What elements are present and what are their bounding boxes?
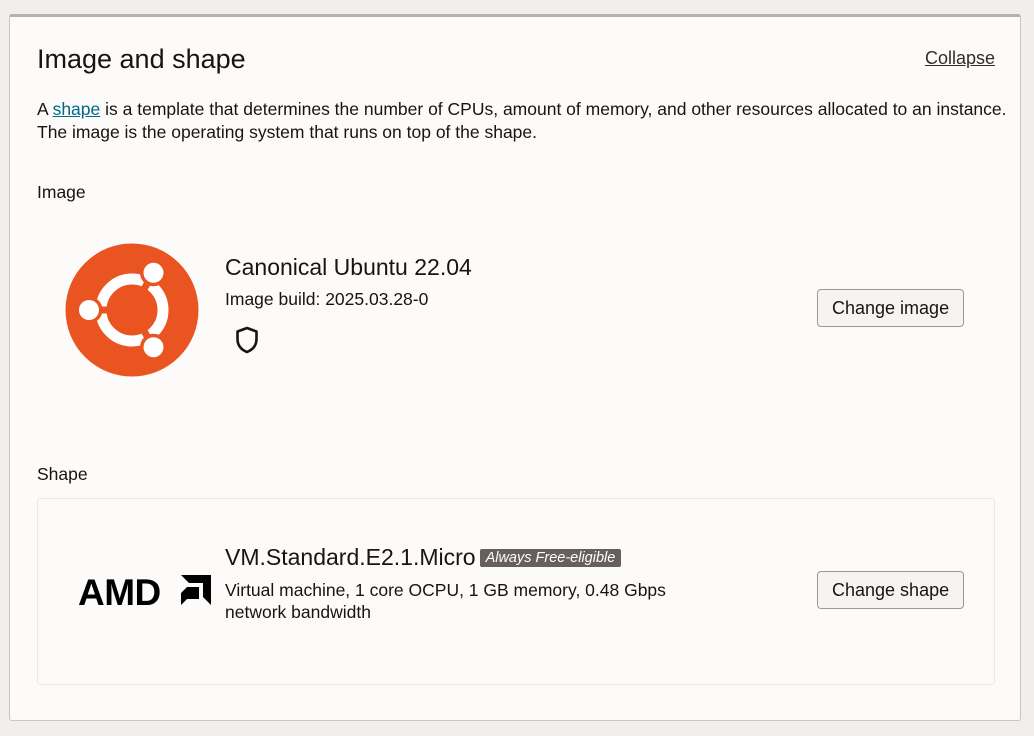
section-description: A shape is a template that determines th… bbox=[37, 98, 1007, 144]
shape-details: Virtual machine, 1 core OCPU, 1 GB memor… bbox=[225, 580, 666, 622]
section-title: Image and shape bbox=[37, 44, 246, 74]
ubuntu-logo-icon bbox=[65, 243, 199, 377]
image-label: Image bbox=[37, 182, 86, 202]
description-prefix: A bbox=[37, 99, 53, 119]
amd-logo-icon: AMD bbox=[78, 574, 211, 608]
collapse-link[interactable]: Collapse bbox=[925, 48, 995, 69]
shield-icon bbox=[236, 326, 258, 354]
always-free-badge: Always Free-eligible bbox=[479, 549, 622, 567]
change-image-button[interactable]: Change image bbox=[817, 289, 965, 327]
description-text: is a template that determines the number… bbox=[37, 99, 1007, 142]
svg-text:AMD: AMD bbox=[78, 574, 161, 608]
shape-title-row: VM.Standard.E2.1.Micro Always Free-eligib… bbox=[225, 544, 622, 571]
image-and-shape-panel: Image and shape Collapse A shape is a te… bbox=[9, 14, 1021, 721]
shape-name: VM.Standard.E2.1.Micro bbox=[225, 544, 476, 570]
shape-label: Shape bbox=[37, 464, 88, 484]
shape-help-link[interactable]: shape bbox=[53, 99, 101, 119]
image-name: Canonical Ubuntu 22.04 bbox=[225, 254, 472, 280]
image-build: Image build: 2025.03.28-0 bbox=[225, 289, 429, 309]
change-shape-button[interactable]: Change shape bbox=[817, 571, 965, 609]
